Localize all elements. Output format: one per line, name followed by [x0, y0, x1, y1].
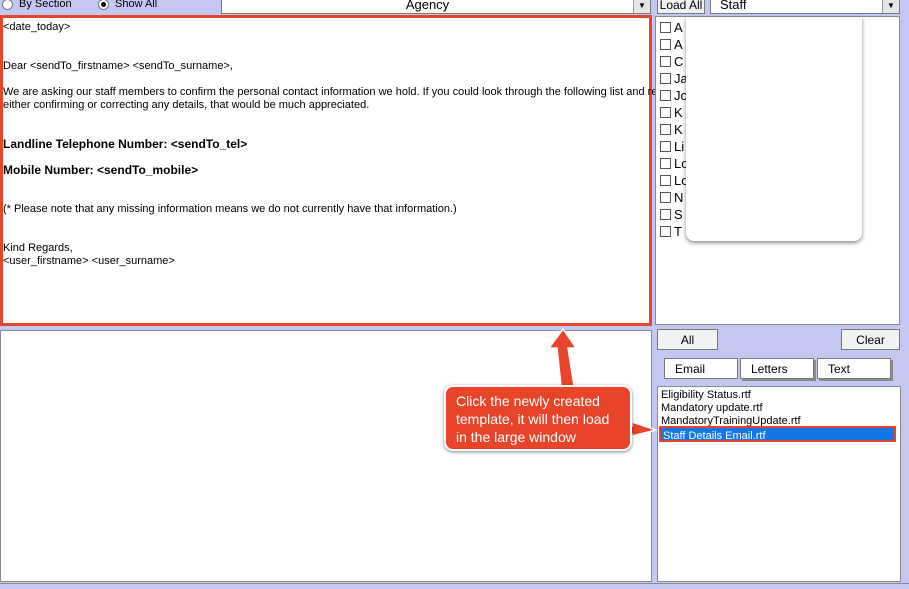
- staff-name: T: [674, 223, 682, 239]
- list-item[interactable]: Mandatory update.rtf: [661, 402, 763, 414]
- staff-list-item[interactable]: A: [660, 19, 683, 35]
- show-all-radio[interactable]: Show All: [98, 0, 157, 12]
- checkbox[interactable]: [660, 140, 671, 152]
- staff-list-item[interactable]: Lo: [660, 155, 688, 171]
- landline-line: Landline Telephone Number: <sendTo_tel>: [3, 137, 248, 151]
- checkbox[interactable]: [660, 106, 671, 118]
- by-section-radio[interactable]: By Section: [2, 0, 72, 12]
- staff-name: C: [674, 53, 684, 69]
- checkbox[interactable]: [660, 157, 671, 169]
- staff-list-item[interactable]: Jo: [660, 87, 688, 103]
- staff-dropdown[interactable]: Staff ▼: [710, 0, 900, 14]
- greeting-line: Dear <sendTo_firstname> <sendTo_surname>…: [3, 60, 233, 72]
- mobile-line: Mobile Number: <sendTo_mobile>: [3, 163, 199, 177]
- staff-name: A: [674, 36, 683, 52]
- arrow-up-icon: [547, 327, 578, 387]
- tab-text[interactable]: Text: [817, 358, 891, 379]
- agency-dropdown[interactable]: Agency ▼: [221, 0, 651, 14]
- show-all-label: Show All: [115, 0, 158, 10]
- callout-line-2: template, it will then load: [456, 411, 610, 427]
- agency-value: Agency: [405, 0, 450, 12]
- load-all-button[interactable]: Load All: [657, 0, 705, 14]
- staff-list-item[interactable]: C: [660, 53, 683, 69]
- tab-email[interactable]: Email: [664, 358, 738, 379]
- checkbox[interactable]: [660, 55, 671, 67]
- staff-name: Li: [674, 138, 685, 154]
- list-item[interactable]: Eligibility Status.rtf: [661, 389, 751, 401]
- checkbox[interactable]: [660, 21, 671, 33]
- staff-list-item[interactable]: K: [660, 121, 683, 137]
- callout-line-3: in the large window: [456, 429, 576, 445]
- callout-line-1: Click the newly created: [456, 393, 600, 409]
- staff-value: Staff: [720, 0, 747, 12]
- intro-line-2: either confirming or correcting any deta…: [3, 99, 370, 111]
- template-editor[interactable]: <date_today> Dear <sendTo_firstname> <se…: [0, 15, 672, 326]
- instruction-callout: Click the newly created template, it wil…: [444, 385, 632, 451]
- chevron-down-icon[interactable]: ▼: [633, 0, 650, 13]
- chevron-down-icon[interactable]: ▼: [882, 0, 899, 13]
- tab-letters[interactable]: Letters: [740, 358, 814, 379]
- checkbox[interactable]: [660, 191, 671, 203]
- radio-circle[interactable]: [2, 0, 13, 10]
- note-line: (* Please note that any missing informat…: [3, 203, 457, 215]
- staff-list-item[interactable]: Li: [660, 138, 684, 154]
- staff-list-item[interactable]: S: [660, 206, 683, 222]
- by-section-label: By Section: [19, 0, 72, 10]
- checkbox[interactable]: [660, 38, 671, 50]
- staff-name: N: [674, 189, 684, 205]
- checkbox[interactable]: [660, 208, 671, 220]
- staff-name: A: [674, 19, 683, 35]
- date-placeholder: <date_today>: [3, 21, 71, 33]
- staff-list-item[interactable]: N: [660, 189, 683, 205]
- template-list[interactable]: Eligibility Status.rtf Mandatory update.…: [657, 386, 901, 582]
- checkbox[interactable]: [660, 225, 671, 237]
- staff-list-item[interactable]: Ja: [660, 70, 688, 86]
- checkbox[interactable]: [660, 72, 671, 84]
- staff-list-item[interactable]: T: [660, 223, 682, 239]
- status-bar: [0, 583, 909, 589]
- staff-list-item[interactable]: K: [660, 104, 683, 120]
- checkbox[interactable]: [660, 123, 671, 135]
- signature-line: <user_firstname> <user_surname>: [3, 255, 175, 267]
- list-item-selected[interactable]: Staff Details Email.rtf: [659, 426, 896, 442]
- staff-name: S: [674, 206, 683, 222]
- checkbox[interactable]: [660, 174, 671, 186]
- select-all-button[interactable]: All: [657, 329, 718, 350]
- intro-line-1: We are asking our staff members to confi…: [3, 86, 672, 98]
- staff-name: K: [674, 121, 683, 137]
- closing-line: Kind Regards,: [3, 242, 73, 254]
- clear-button[interactable]: Clear: [841, 329, 900, 350]
- staff-list-item[interactable]: Lo: [660, 172, 688, 188]
- staff-name: K: [674, 104, 683, 120]
- arrow-right-icon: [627, 420, 659, 437]
- staff-list-item[interactable]: A: [660, 36, 683, 52]
- radio-circle-selected[interactable]: [98, 0, 109, 10]
- checkbox[interactable]: [660, 89, 671, 101]
- staff-dropdown-popup[interactable]: [686, 17, 862, 241]
